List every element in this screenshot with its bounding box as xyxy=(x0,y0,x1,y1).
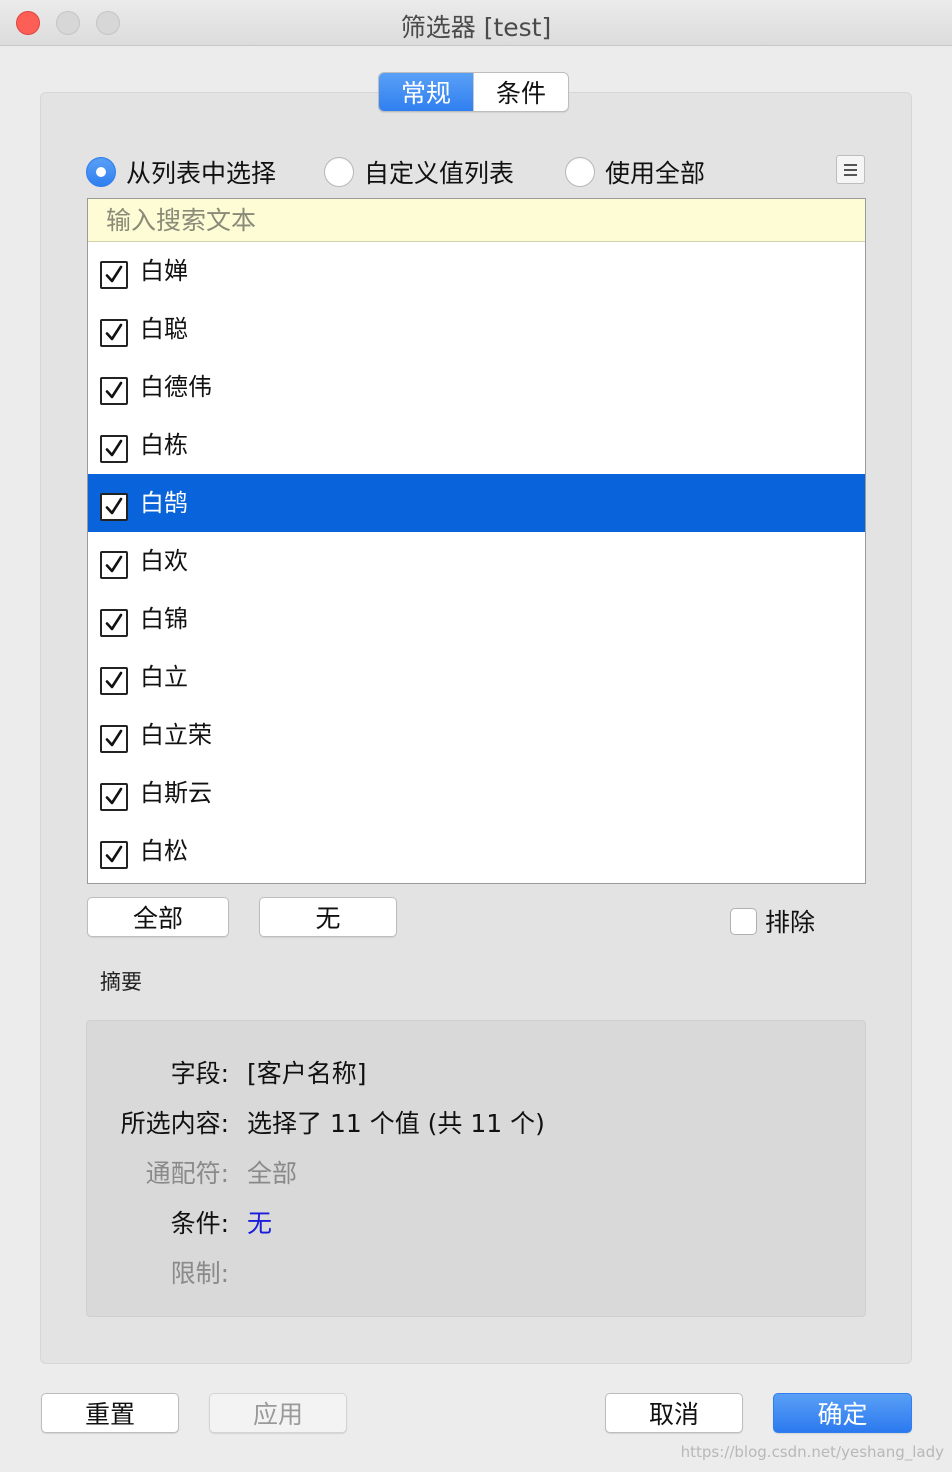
list-item[interactable]: 白鹄 xyxy=(88,474,865,532)
list-item-label: 白立 xyxy=(140,662,188,691)
summary-key: 通配符: xyxy=(145,1159,229,1188)
checkbox-checked-icon[interactable] xyxy=(100,435,128,463)
list-item-label: 白婵 xyxy=(140,256,188,285)
checkbox-checked-icon[interactable] xyxy=(100,609,128,637)
exclude-label: 排除 xyxy=(765,908,816,937)
list-item[interactable]: 白锦 xyxy=(88,590,865,648)
list-item[interactable]: 白栋 xyxy=(88,416,865,474)
ok-button[interactable]: 确定 xyxy=(773,1393,912,1433)
list-item[interactable]: 白立荣 xyxy=(88,706,865,764)
filter-dialog-window: 筛选器 [test] 常规 条件 从列表中选择 自定义值列表 使用全部 白婵白聪… xyxy=(0,0,952,1472)
checkbox-checked-icon[interactable] xyxy=(100,261,128,289)
list-item-label: 白聪 xyxy=(140,314,188,343)
exclude-checkbox[interactable]: 排除 xyxy=(730,903,815,939)
hamburger-icon-bar xyxy=(844,163,857,166)
radio-unselected-icon xyxy=(324,157,354,187)
list-item[interactable]: 白立 xyxy=(88,648,865,706)
watermark: https://blog.csdn.net/yeshang_lady xyxy=(680,1443,944,1461)
summary-key: 字段: xyxy=(170,1059,229,1088)
checkbox-checked-icon[interactable] xyxy=(100,493,128,521)
radio-label: 自定义值列表 xyxy=(364,159,515,188)
list-item[interactable]: 白欢 xyxy=(88,532,865,590)
list-item-label: 白栋 xyxy=(140,430,188,459)
reset-button[interactable]: 重置 xyxy=(41,1393,179,1433)
summary-value: 全部 xyxy=(247,1159,298,1188)
list-item[interactable]: 白聪 xyxy=(88,300,865,358)
list-item[interactable]: 白斯云 xyxy=(88,764,865,822)
value-list-items: 白婵白聪白德伟白栋白鹄白欢白锦白立白立荣白斯云白松 xyxy=(88,242,865,880)
tab-general[interactable]: 常规 xyxy=(379,73,473,111)
summary-panel: 字段: [客户名称] 所选内容: 选择了 11 个值 (共 11 个) 通配符:… xyxy=(86,1020,866,1317)
summary-condition-link[interactable]: 无 xyxy=(247,1204,272,1240)
list-options-menu-button[interactable] xyxy=(836,155,865,184)
checkbox-unchecked-icon xyxy=(730,907,757,935)
summary-row-limit: 限制: xyxy=(87,1254,867,1290)
list-item[interactable]: 白德伟 xyxy=(88,358,865,416)
list-item-label: 白斯云 xyxy=(140,778,212,807)
list-item[interactable]: 白松 xyxy=(88,822,865,880)
summary-row-condition: 条件: 无 xyxy=(87,1204,867,1240)
summary-key: 条件: xyxy=(170,1209,229,1238)
list-item-label: 白德伟 xyxy=(140,372,212,401)
cancel-button[interactable]: 取消 xyxy=(605,1393,743,1433)
list-item-label: 白鹄 xyxy=(140,488,188,517)
summary-row-selection: 所选内容: 选择了 11 个值 (共 11 个) xyxy=(87,1104,867,1140)
search-field-container xyxy=(88,199,865,242)
summary-value: 选择了 11 个值 (共 11 个) xyxy=(247,1109,545,1138)
list-item-label: 白松 xyxy=(140,836,188,865)
tab-bar: 常规 条件 xyxy=(378,72,569,112)
list-item-label: 白锦 xyxy=(140,604,188,633)
title-bar: 筛选器 [test] xyxy=(0,0,952,46)
summary-row-field: 字段: [客户名称] xyxy=(87,1054,867,1090)
tab-condition[interactable]: 条件 xyxy=(473,73,568,111)
radio-unselected-icon xyxy=(565,157,595,187)
hamburger-icon-bar xyxy=(844,173,857,176)
checkbox-checked-icon[interactable] xyxy=(100,319,128,347)
summary-heading: 摘要 xyxy=(100,970,142,994)
window-title: 筛选器 [test] xyxy=(400,13,552,42)
checkbox-checked-icon[interactable] xyxy=(100,551,128,579)
summary-row-wildcard: 通配符: 全部 xyxy=(87,1154,867,1190)
checkbox-checked-icon[interactable] xyxy=(100,841,128,869)
summary-value: [客户名称] xyxy=(247,1059,367,1088)
checkbox-checked-icon[interactable] xyxy=(100,667,128,695)
checkbox-checked-icon[interactable] xyxy=(100,377,128,405)
summary-key: 所选内容: xyxy=(120,1109,229,1138)
list-item[interactable]: 白婵 xyxy=(88,242,865,300)
search-input[interactable] xyxy=(106,205,865,235)
radio-select-from-list[interactable]: 从列表中选择 xyxy=(86,154,276,190)
checkbox-checked-icon[interactable] xyxy=(100,725,128,753)
radio-label: 使用全部 xyxy=(605,159,706,188)
list-item-label: 白立荣 xyxy=(140,720,212,749)
select-none-button[interactable]: 无 xyxy=(259,897,397,937)
radio-selected-icon xyxy=(86,157,116,187)
checkbox-checked-icon[interactable] xyxy=(100,783,128,811)
apply-button[interactable]: 应用 xyxy=(209,1393,347,1433)
hamburger-icon-bar xyxy=(844,168,857,171)
radio-use-all[interactable]: 使用全部 xyxy=(565,154,705,190)
summary-key: 限制: xyxy=(170,1259,229,1288)
list-item-label: 白欢 xyxy=(140,546,188,575)
value-list: 白婵白聪白德伟白栋白鹄白欢白锦白立白立荣白斯云白松 xyxy=(87,198,866,884)
radio-label: 从列表中选择 xyxy=(126,159,277,188)
select-all-button[interactable]: 全部 xyxy=(87,897,229,937)
radio-custom-value-list[interactable]: 自定义值列表 xyxy=(324,154,514,190)
selection-mode-group: 从列表中选择 自定义值列表 使用全部 xyxy=(86,154,866,192)
